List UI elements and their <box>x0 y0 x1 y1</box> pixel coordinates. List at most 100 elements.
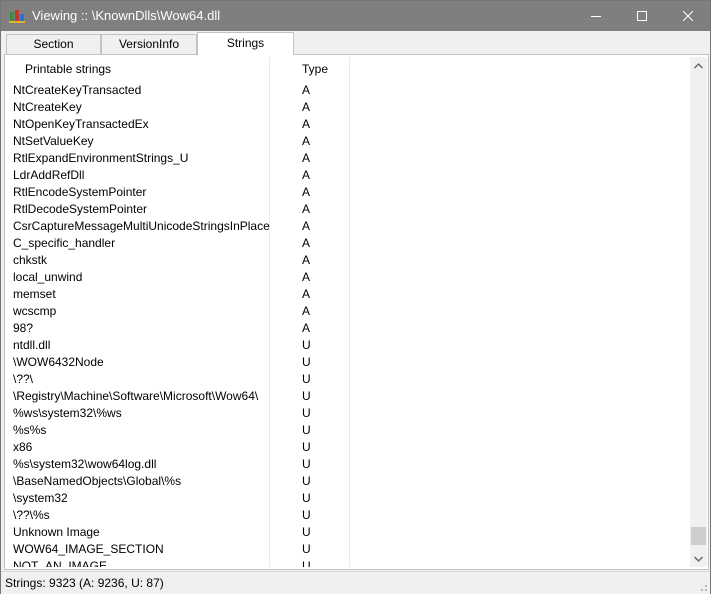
strings-list[interactable]: Printable strings Type NtCreateKeyTransa… <box>7 57 690 567</box>
string-value: WOW64_IMAGE_SECTION <box>13 542 164 556</box>
string-type: A <box>302 168 311 182</box>
string-type: A <box>302 321 311 335</box>
tab-section[interactable]: Section <box>6 34 101 54</box>
string-type: A <box>302 117 311 131</box>
string-value: Unknown Image <box>13 525 100 539</box>
list-item[interactable]: \??\%s U <box>7 507 690 524</box>
string-value: LdrAddRefDll <box>13 168 85 182</box>
status-bar: Strings: 9323 (A: 9236, U: 87) <box>1 571 710 594</box>
string-value: NtSetValueKey <box>13 134 94 148</box>
string-value: \system32 <box>13 491 68 505</box>
list-item[interactable]: RtlExpandEnvironmentStrings_U A <box>7 150 690 167</box>
string-value: %ws\system32\%ws <box>13 406 122 420</box>
string-value: CsrCaptureMessageMultiUnicodeStringsInPl… <box>13 219 270 233</box>
string-type: A <box>302 304 311 318</box>
list-item[interactable]: \??\ U <box>7 371 690 388</box>
string-type: A <box>302 253 311 267</box>
string-value: RtlEncodeSystemPointer <box>13 185 147 199</box>
string-type: A <box>302 100 311 114</box>
list-item[interactable]: %s\system32\wow64log.dll U <box>7 456 690 473</box>
list-item[interactable]: RtlEncodeSystemPointer A <box>7 184 690 201</box>
string-type: A <box>302 134 311 148</box>
tab-versioninfo[interactable]: VersionInfo <box>101 34 197 54</box>
string-type: A <box>302 219 311 233</box>
string-type: U <box>302 542 311 556</box>
string-type: A <box>302 236 311 250</box>
list-item[interactable]: CsrCaptureMessageMultiUnicodeStringsInPl… <box>7 218 690 235</box>
string-type: U <box>302 474 311 488</box>
string-value: NtOpenKeyTransactedEx <box>13 117 149 131</box>
string-type: U <box>302 508 311 522</box>
string-value: \??\ <box>13 372 34 386</box>
list-item[interactable]: RtlDecodeSystemPointer A <box>7 201 690 218</box>
list-item[interactable]: NtOpenKeyTransactedEx A <box>7 116 690 133</box>
list-item[interactable]: NtCreateKeyTransacted A <box>7 82 690 99</box>
strings-panel: Printable strings Type NtCreateKeyTransa… <box>4 54 709 570</box>
list-item[interactable]: chkstk A <box>7 252 690 269</box>
string-type: U <box>302 355 311 369</box>
title-bar[interactable]: Viewing :: \KnownDlls\Wow64.dll <box>1 1 710 31</box>
minimize-button[interactable] <box>573 1 619 31</box>
string-type: U <box>302 372 311 386</box>
tab-strip: Section VersionInfo Strings <box>4 32 709 55</box>
string-type: U <box>302 338 311 352</box>
list-item[interactable]: 98? A <box>7 320 690 337</box>
list-item[interactable]: local_unwind A <box>7 269 690 286</box>
string-value: %s\system32\wow64log.dll <box>13 457 157 471</box>
list-item[interactable]: \WOW6432Node U <box>7 354 690 371</box>
string-type: U <box>302 525 311 539</box>
string-value: %s%s <box>13 423 47 437</box>
string-value: \BaseNamedObjects\Global\%s <box>13 474 182 488</box>
close-icon <box>683 11 693 21</box>
resize-grip-icon[interactable] <box>696 580 708 592</box>
list-item[interactable]: ntdll.dll U <box>7 337 690 354</box>
string-type: U <box>302 491 311 505</box>
list-item[interactable]: memset A <box>7 286 690 303</box>
list-item[interactable]: wcscmp A <box>7 303 690 320</box>
string-type: A <box>302 185 311 199</box>
string-type: U <box>302 406 311 420</box>
chevron-up-icon <box>694 62 703 68</box>
app-icon <box>9 8 25 24</box>
string-type: U <box>302 559 311 567</box>
close-button[interactable] <box>665 1 711 31</box>
string-type: A <box>302 270 311 284</box>
list-item[interactable]: \system32 U <box>7 490 690 507</box>
strings-viewer-window: Viewing :: \KnownDlls\Wow64.dll Section … <box>0 0 711 594</box>
list-item[interactable]: x86 U <box>7 439 690 456</box>
column-header-type[interactable]: Type <box>269 57 349 82</box>
column-header-printable-strings[interactable]: Printable strings <box>7 57 269 82</box>
list-rows: NtCreateKeyTransacted A NtCreateKey A NtOpen… <box>7 82 690 567</box>
scroll-thumb[interactable] <box>691 527 706 545</box>
list-item[interactable]: LdrAddRefDll A <box>7 167 690 184</box>
list-item[interactable]: \BaseNamedObjects\Global\%s U <box>7 473 690 490</box>
string-value: C_specific_handler <box>13 236 116 250</box>
list-item[interactable]: NtCreateKey A <box>7 99 690 116</box>
list-item[interactable]: NtSetValueKey A <box>7 133 690 150</box>
scroll-up-button[interactable] <box>690 57 707 74</box>
list-item[interactable]: C_specific_handler A <box>7 235 690 252</box>
string-type: A <box>302 287 311 301</box>
string-value: NOT_AN_IMAGE <box>13 559 108 567</box>
vertical-scrollbar[interactable] <box>690 57 707 567</box>
chevron-down-icon <box>694 556 703 562</box>
string-value: \Registry\Machine\Software\Microsoft\Wow… <box>13 389 259 403</box>
string-value: NtCreateKeyTransacted <box>13 83 142 97</box>
minimize-icon <box>591 16 601 17</box>
maximize-button[interactable] <box>619 1 665 31</box>
string-type: U <box>302 457 311 471</box>
list-item[interactable]: NOT_AN_IMAGE U <box>7 558 690 567</box>
scroll-down-button[interactable] <box>690 550 707 567</box>
string-type: U <box>302 423 311 437</box>
status-text: Strings: 9323 (A: 9236, U: 87) <box>5 576 164 590</box>
string-value: chkstk <box>13 253 48 267</box>
string-value: wcscmp <box>13 304 57 318</box>
list-item[interactable]: %ws\system32\%ws U <box>7 405 690 422</box>
list-item[interactable]: \Registry\Machine\Software\Microsoft\Wow… <box>7 388 690 405</box>
list-item[interactable]: Unknown Image U <box>7 524 690 541</box>
string-type: A <box>302 202 311 216</box>
tab-strings[interactable]: Strings <box>197 32 294 55</box>
string-value: local_unwind <box>13 270 83 284</box>
list-item[interactable]: %s%s U <box>7 422 690 439</box>
list-item[interactable]: WOW64_IMAGE_SECTION U <box>7 541 690 558</box>
